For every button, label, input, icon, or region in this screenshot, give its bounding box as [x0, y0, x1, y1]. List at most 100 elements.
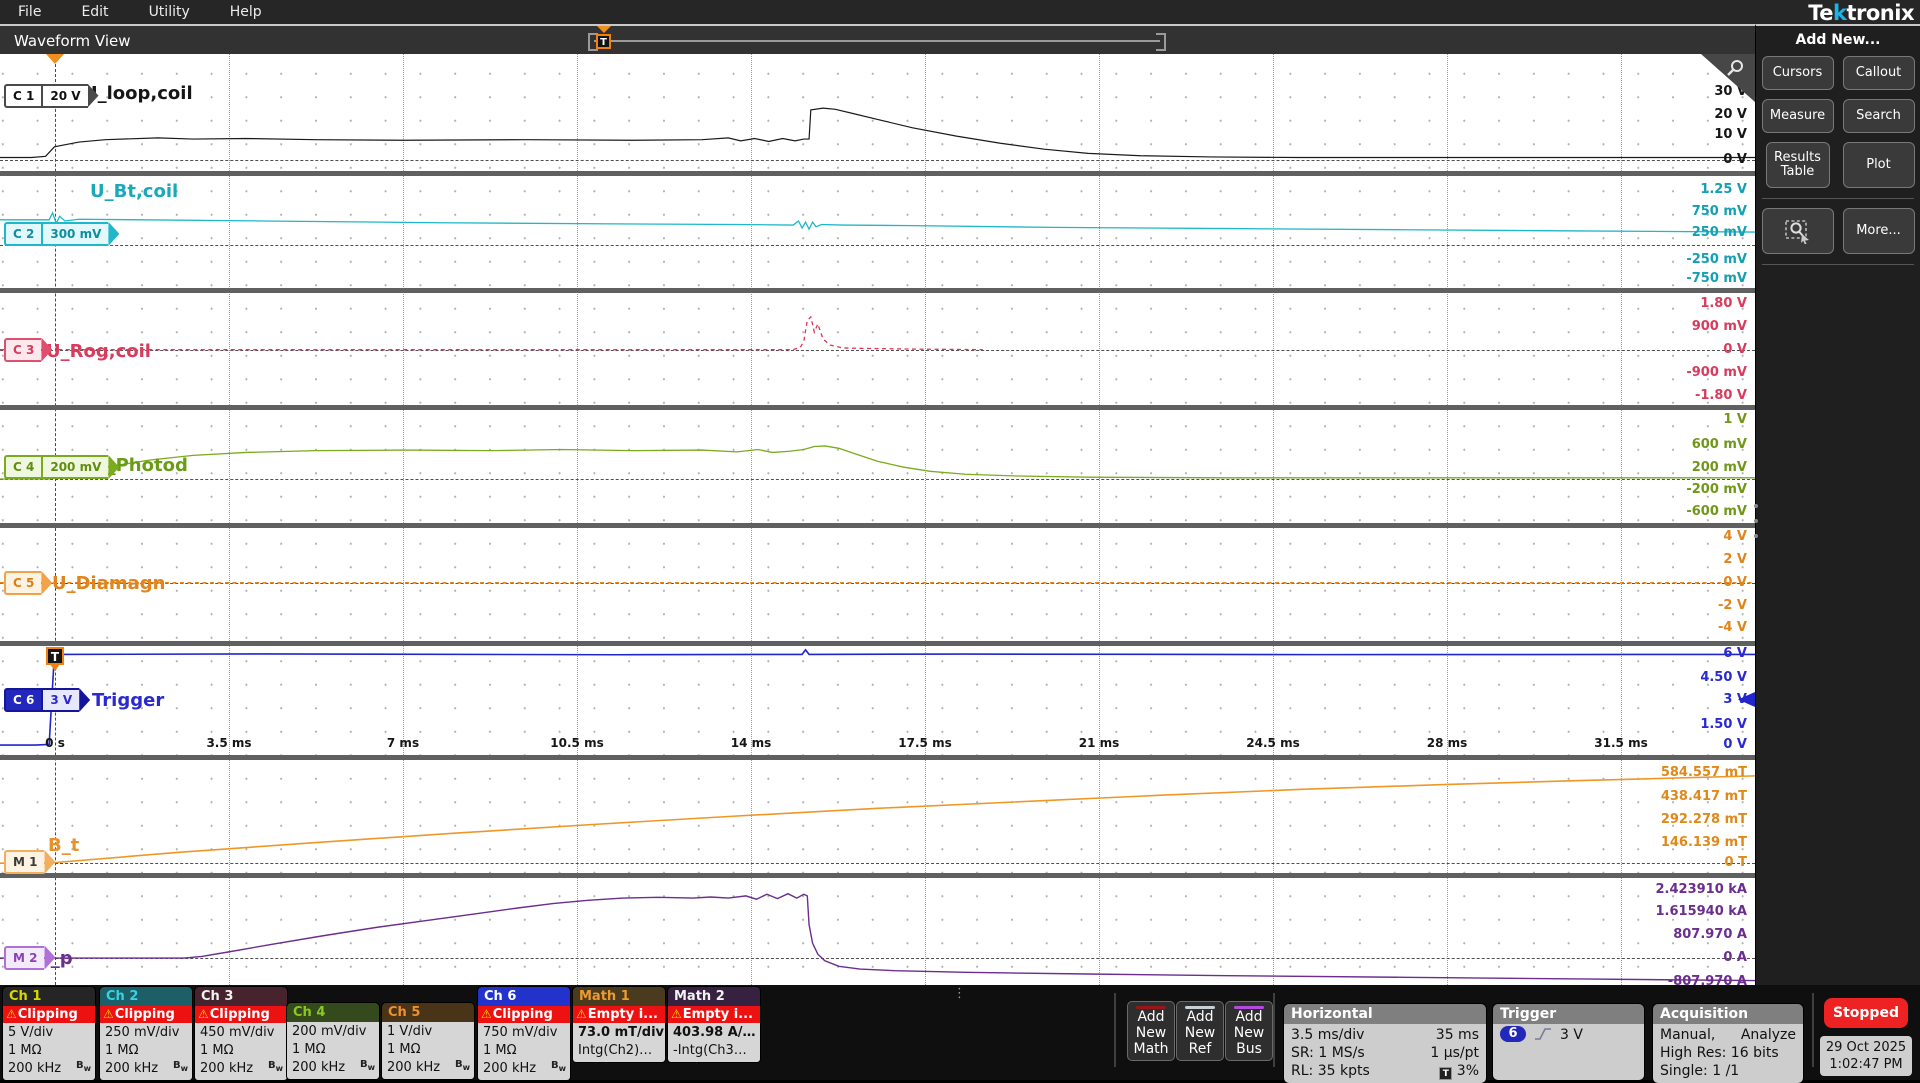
channel-readout-body: 250 mV/div1 MΩ200 kHzBw — [100, 1023, 192, 1080]
acquisition-panel[interactable]: Acquisition Manual,Analyze High Res: 16 … — [1653, 1004, 1803, 1083]
scale-label-c1: 10 V — [1714, 127, 1747, 142]
waveform-plot[interactable]: 0 s3.5 ms7 ms10.5 ms14 ms17.5 ms21 ms24.… — [0, 54, 1755, 985]
horizontal-position-minimap[interactable]: T — [588, 33, 1166, 49]
add-new-bus-button[interactable]: Add New Bus — [1225, 1001, 1273, 1061]
warning-icon: ⚠ — [670, 1007, 683, 1021]
warning-text: Clipping — [493, 1007, 553, 1022]
time-tick-label: 28 ms — [1427, 736, 1468, 750]
acq-single: Single: 1 /1 — [1660, 1062, 1739, 1080]
bandwidth-limit-icon: Bw — [173, 1057, 188, 1078]
acq-mode: Manual, — [1660, 1026, 1715, 1044]
warning-text: Clipping — [18, 1007, 78, 1022]
menu-utility[interactable]: Utility — [149, 4, 190, 20]
scale-label-m2: 1.615940 kA — [1656, 904, 1748, 919]
channel-badge-c4[interactable]: C 4200 mV — [4, 455, 119, 479]
results-table-button[interactable]: Results Table — [1766, 142, 1830, 188]
add-new-ref-button[interactable]: Add New Ref — [1176, 1001, 1224, 1061]
channel-readout-body: 73.0 mT/divIntg(Ch2)… — [573, 1023, 665, 1062]
lane-c1: 30 V20 V10 V0 VU_loop,coilC 120 V — [0, 54, 1755, 173]
menu-edit[interactable]: Edit — [81, 4, 108, 20]
channel-badge-c5[interactable]: C 5 — [4, 571, 52, 595]
trigger-source-badge: 6 — [1500, 1026, 1526, 1042]
channel-badge-m2[interactable]: M 2 — [4, 946, 55, 970]
trigger-level-value: 3 V — [1560, 1026, 1583, 1044]
badge-channel-id: M 2 — [4, 946, 44, 970]
channel-readout-ch6[interactable]: Ch 6⚠Clipping750 mV/div1 MΩ200 kHzBw — [478, 987, 570, 1080]
stopped-button[interactable]: Stopped — [1824, 998, 1908, 1028]
channel-readout-math2[interactable]: Math 2⚠Empty i...403.98 A/…-Intg(Ch3… — [668, 987, 760, 1062]
menu-file[interactable]: File — [18, 4, 41, 20]
warning-text: Clipping — [115, 1007, 175, 1022]
channel-readout-body: 403.98 A/…-Intg(Ch3… — [668, 1023, 760, 1062]
channel-readout-math1[interactable]: Math 1⚠Empty i...73.0 mT/divIntg(Ch2)… — [573, 987, 665, 1062]
more-button[interactable]: More... — [1843, 208, 1915, 254]
badge-bar-drag-dots[interactable]: ⋮ — [953, 986, 966, 1001]
time-tick-label: 24.5 ms — [1246, 736, 1299, 750]
trace-c4 — [0, 407, 1755, 525]
warning-icon: ⚠ — [102, 1007, 115, 1021]
horizontal-panel[interactable]: Horizontal 3.5 ms/div35 ms SR: 1 MS/s1 µ… — [1284, 1004, 1486, 1083]
horizontal-panel-title: Horizontal — [1284, 1004, 1486, 1024]
trigger-panel[interactable]: Trigger 6 3 V — [1493, 1004, 1644, 1080]
scale-label-c4: 200 mV — [1692, 460, 1747, 475]
search-button[interactable]: Search — [1843, 99, 1915, 133]
measure-button[interactable]: Measure — [1762, 99, 1834, 133]
bottom-separator-1 — [1114, 993, 1116, 1067]
channel-readout-header: Ch 1 — [3, 987, 95, 1006]
button-color-stripe — [1234, 1006, 1264, 1009]
channel-readout-ch2[interactable]: Ch 2⚠Clipping250 mV/div1 MΩ200 kHzBw — [100, 987, 192, 1080]
minimap-trigger-icon[interactable]: T — [596, 34, 611, 49]
cursors-button[interactable]: Cursors — [1762, 56, 1834, 90]
readout-row: 200 mV/div — [292, 1023, 379, 1041]
channel-readout-ch1[interactable]: Ch 1⚠Clipping5 V/div1 MΩ200 kHzBw — [3, 987, 95, 1080]
scale-label-c6: 0 V — [1723, 737, 1747, 752]
time-tick-label: 31.5 ms — [1594, 736, 1647, 750]
channel-readout-ch5[interactable]: Ch 51 V/div1 MΩ200 kHzBw — [382, 1003, 474, 1079]
bottom-separator-2 — [1273, 993, 1275, 1067]
channel-badge-m1[interactable]: M 1 — [4, 850, 55, 874]
channel-label-c1: U_loop,coil — [83, 83, 193, 104]
acq-analyze: Analyze — [1741, 1026, 1796, 1044]
lane-c5: 4 V2 V0 V-2 V-4 VU_DiamagnC 5 — [0, 525, 1755, 643]
scale-label-c5: 0 V — [1723, 575, 1747, 590]
trigger-position-triangle-icon[interactable] — [46, 54, 64, 64]
scale-label-c2: -750 mV — [1686, 271, 1747, 286]
minimap-line — [594, 40, 1160, 42]
readout-row: 200 kHzBw — [387, 1059, 474, 1077]
zoom-select-button[interactable] — [1762, 208, 1834, 254]
channel-readout-ch4[interactable]: Ch 4200 mV/div1 MΩ200 kHzBw — [287, 1003, 379, 1079]
scale-label-m2: 807.970 A — [1673, 927, 1747, 942]
trigger-marker-icon[interactable]: T — [46, 647, 64, 665]
scale-label-m1: 146.139 mT — [1661, 835, 1747, 850]
time-text: 1:02:47 PM — [1820, 1056, 1912, 1073]
badge-arrow-tip — [108, 222, 119, 246]
scale-label-c2: 750 mV — [1692, 204, 1747, 219]
scale-label-m2: -807.970 A — [1668, 974, 1747, 985]
channel-badge-c2[interactable]: C 2300 mV — [4, 222, 119, 246]
sidebar-divider-2 — [1762, 264, 1914, 265]
time-tick-label: 21 ms — [1079, 736, 1120, 750]
callout-button[interactable]: Callout — [1843, 56, 1915, 90]
date-text: 29 Oct 2025 — [1820, 1039, 1912, 1056]
readout-row: Intg(Ch2)… — [578, 1042, 665, 1060]
channel-badge-c1[interactable]: C 120 V — [4, 84, 99, 108]
channel-badge-c3[interactable]: C 3 — [4, 338, 52, 362]
scale-label-c4: -200 mV — [1686, 482, 1747, 497]
sidebar-divider — [1762, 198, 1914, 199]
channel-readout-ch3[interactable]: Ch 3⚠Clipping450 mV/div1 MΩ200 kHzBw — [195, 987, 287, 1080]
badge-channel-id: C 4 — [4, 455, 41, 479]
scale-label-m2: 2.423910 kA — [1656, 882, 1748, 897]
time-tick-label: 10.5 ms — [550, 736, 603, 750]
channel-readout-header: Ch 4 — [287, 1003, 379, 1022]
menu-help[interactable]: Help — [230, 4, 262, 20]
channel-label-c2: U_Bt,coil — [90, 181, 178, 202]
channel-badge-c6[interactable]: C 63 V — [4, 688, 90, 712]
panel-drag-handle[interactable] — [1753, 504, 1759, 538]
add-new-math-button[interactable]: Add New Math — [1127, 1001, 1175, 1061]
time-tick-label: 14 ms — [731, 736, 772, 750]
bandwidth-limit-icon: Bw — [455, 1056, 470, 1077]
minimap-right-bracket — [1156, 33, 1166, 51]
scale-label-c5: 4 V — [1723, 529, 1747, 544]
scale-label-c3: 0 V — [1723, 342, 1747, 357]
plot-button[interactable]: Plot — [1843, 142, 1915, 188]
